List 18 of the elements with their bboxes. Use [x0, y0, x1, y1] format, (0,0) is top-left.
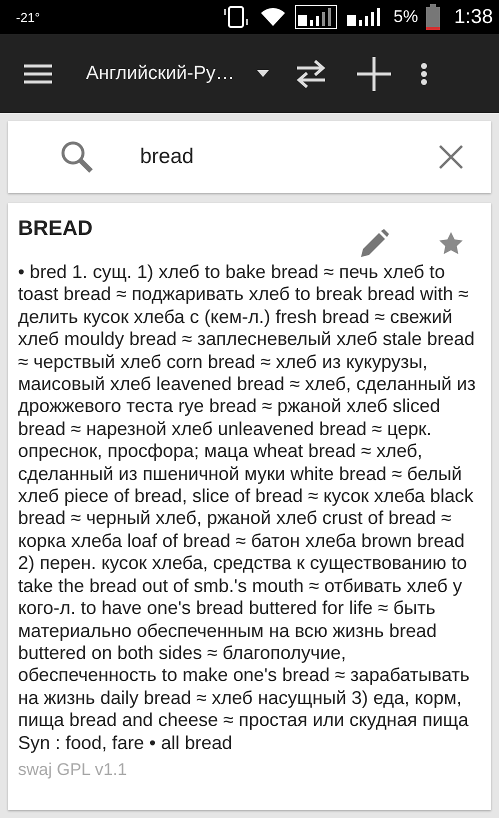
battery-percent: 5%	[393, 7, 418, 27]
overflow-menu-icon[interactable]	[420, 62, 427, 84]
headword: BREAD	[18, 217, 94, 241]
clear-icon[interactable]	[439, 145, 463, 169]
signal-icon	[295, 5, 338, 29]
star-icon[interactable]	[439, 232, 463, 255]
wifi-icon	[259, 6, 288, 28]
battery-icon	[426, 4, 440, 30]
pencil-icon[interactable]	[359, 229, 389, 259]
version-text: swaj GPL v1.1	[18, 760, 128, 780]
caret-icon	[256, 70, 269, 77]
temperature-text: -21°	[16, 10, 41, 24]
search-icon[interactable]	[60, 140, 94, 174]
dictionary-dropdown[interactable]: Английский-Ру…	[86, 62, 269, 84]
definition-text: • bred 1. сущ. 1) хлеб to bake bread ≈ печь хлеб to toast bread ≈ поджаривать хлеб to break bread with ≈ делить кусок хлеба с (кем-л.) fresh bread ≈ свежий хлеб mouldy bread ≈ заплесневелый хлеб stale bread ≈ черствый хлеб corn bread ≈ хлеб из кукурузы, маисовый хлеб leavened bread ≈ хлеб, сделанный из дрожжевого теста rye bread ≈ ржаной хлеб sliced bread ≈ нарезной хлеб unleavened bread ≈ церк. опреснок, просфора; маца wheat bread ≈ хлеб, сделанный из пшеничной муки white bread ≈ белый хлеб piece of bread, slice of bread ≈ кусок хлеба black bread ≈ черный хлеб, ржаной хлеб crust of bread ≈ корка хлеба loaf of bread ≈ батон хлеба brown bread 2) перен. кусок хлеба, средства к существованию to take the bread out of smb.'s mouth ≈ отбивать хлеб у кого-л. to have one's bread buttered for life ≈ быть материально обеспеченным на всю жизнь bread buttered on both sides ≈ благополучие, обеспеченность to make one's bread ≈ зарабатывать на жизнь daily bread ≈ хлеб насущный 3) еда, корм, пища bread and cheese ≈ простая или скудная пища Syn : food, fare • all bread	[18, 261, 477, 754]
menu-icon[interactable]	[24, 64, 52, 84]
clock-text: 1:38	[454, 6, 493, 28]
add-icon[interactable]	[356, 56, 391, 90]
